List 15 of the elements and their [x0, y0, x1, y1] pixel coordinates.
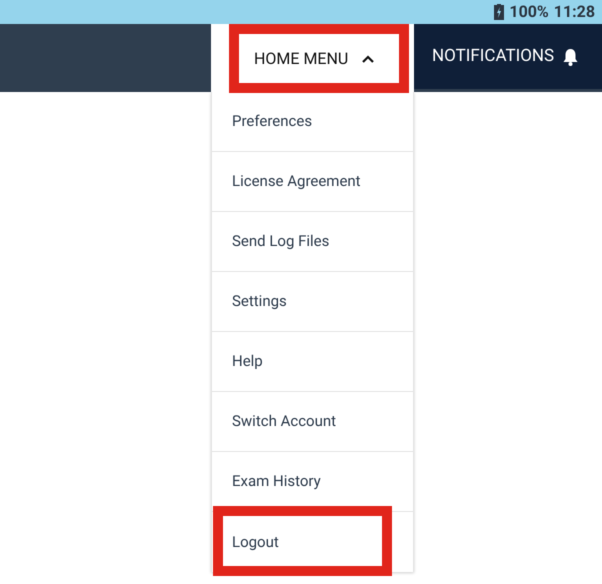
- menu-item[interactable]: Switch Account: [232, 410, 336, 433]
- menu-item[interactable]: License Agreement: [232, 170, 361, 193]
- menu-item[interactable]: Logout: [232, 530, 279, 554]
- battery-charging-icon: [494, 4, 504, 20]
- menu-item[interactable]: Exam History: [232, 470, 321, 493]
- bell-icon: [562, 48, 580, 66]
- chevron-up-icon: [362, 54, 374, 62]
- battery-percentage: 100%: [509, 1, 549, 23]
- menu-item[interactable]: Settings: [232, 290, 287, 313]
- clock-time: 11:28: [554, 1, 595, 23]
- menu-item[interactable]: Help: [232, 350, 263, 373]
- notifications-button[interactable]: NOTIFICATIONS: [414, 24, 602, 92]
- menu-item[interactable]: Preferences: [232, 110, 312, 133]
- menu-item[interactable]: Send Log Files: [232, 230, 330, 253]
- home-menu-button[interactable]: HOME MENU: [229, 24, 409, 93]
